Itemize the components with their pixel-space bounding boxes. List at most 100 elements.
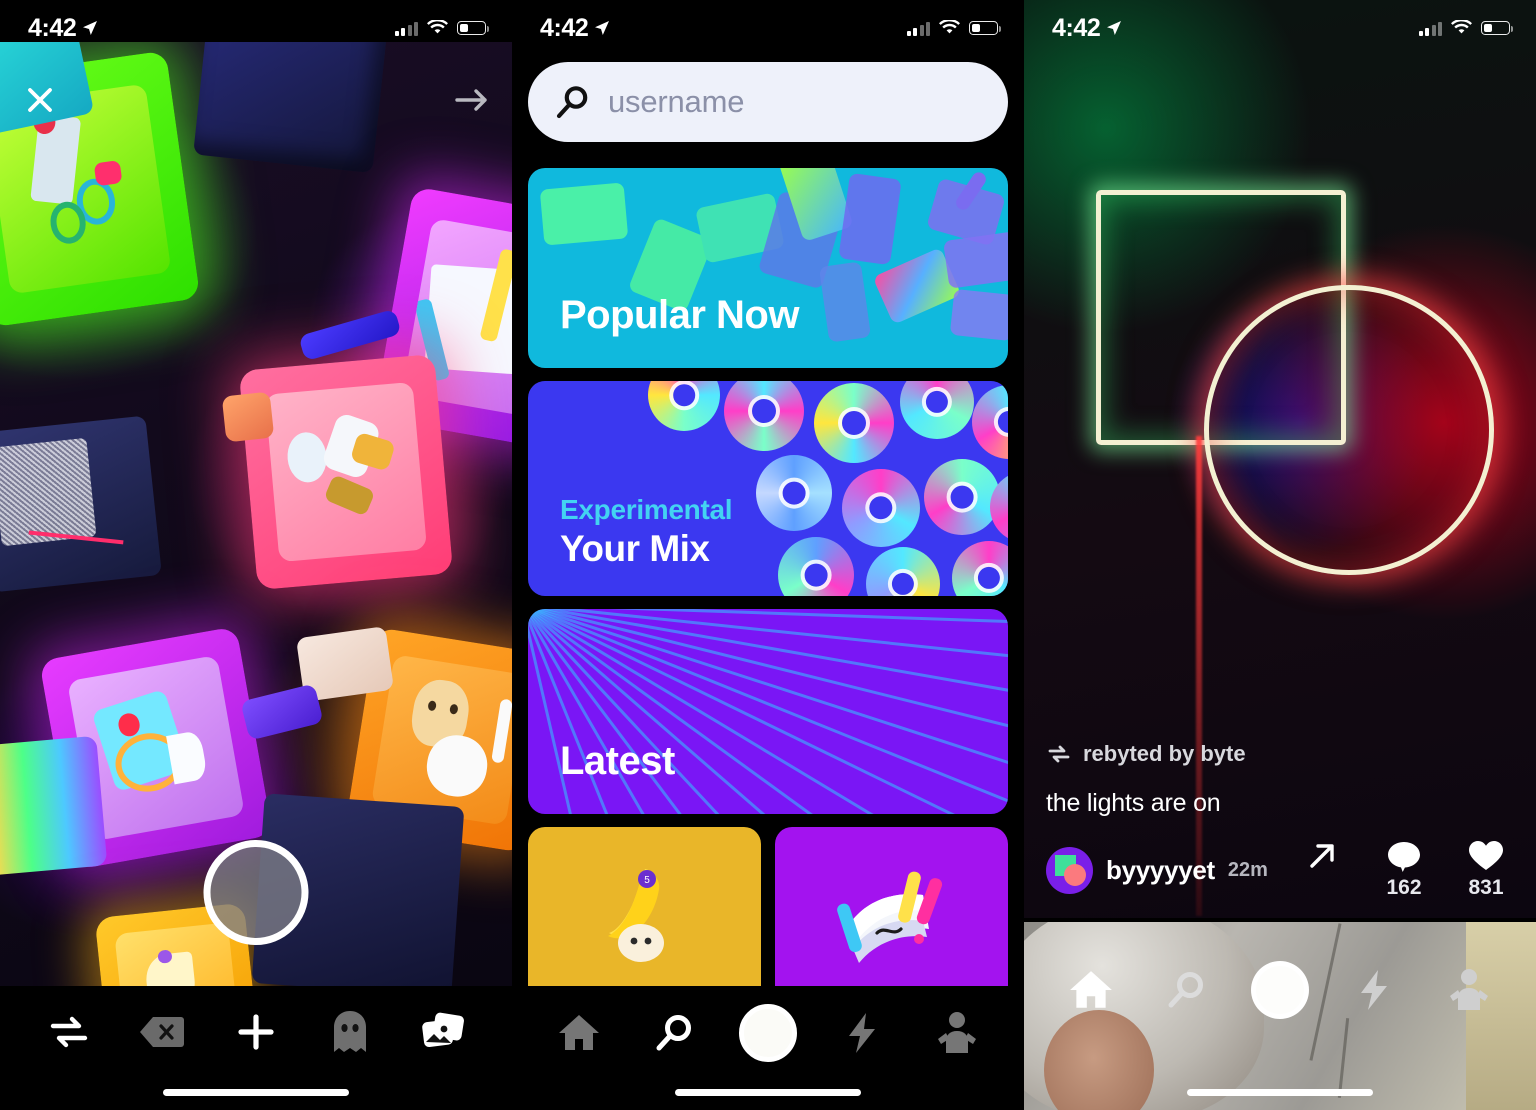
- nav-record[interactable]: [737, 1002, 799, 1064]
- lightning-bolt-icon: [1361, 970, 1388, 1010]
- home-icon: [559, 1015, 600, 1050]
- status-bar-left: 4:42: [1052, 14, 1122, 43]
- ghost-button[interactable]: [320, 1004, 380, 1060]
- photo-tile-pink: [238, 353, 454, 591]
- battery-icon: [1481, 21, 1514, 35]
- status-time: 4:42: [1052, 13, 1101, 42]
- card-title: Popular Now: [560, 293, 799, 337]
- card-art-cd: [972, 385, 1008, 459]
- status-bar: 4:42: [512, 0, 1024, 56]
- banana-peel-icon: 5: [607, 869, 664, 962]
- bottom-nav: [1024, 922, 1536, 1110]
- cellular-signal-icon: [394, 21, 418, 36]
- nav-activity[interactable]: [1343, 959, 1405, 1021]
- wifi-icon: [427, 20, 448, 34]
- share-button[interactable]: [1294, 840, 1350, 876]
- record-shutter-button[interactable]: [203, 840, 309, 945]
- card-subtitle: Experimental: [560, 494, 733, 525]
- search-magnifier-icon: [556, 86, 588, 119]
- home-indicator: [163, 1089, 349, 1096]
- record-shutter-icon: [738, 1004, 797, 1062]
- card-animation[interactable]: Animation: [775, 827, 1008, 986]
- card-art-banana: 5: [528, 845, 761, 985]
- author-username: byyyyyet: [1106, 854, 1215, 885]
- status-bar-left: 4:42: [28, 14, 98, 43]
- status-time: 4:42: [540, 13, 589, 42]
- nav-record[interactable]: [1249, 959, 1311, 1021]
- markers-sketchbook-icon: [836, 871, 942, 963]
- card-title: Your Mix: [560, 528, 710, 569]
- explore-search-screen: 4:42 username Popular Now Experimental Y…: [512, 0, 1024, 1110]
- nav-profile[interactable]: [1438, 959, 1500, 1021]
- nav-home[interactable]: [548, 1002, 610, 1064]
- share-arrow-icon: [1310, 844, 1334, 868]
- nav-explore[interactable]: [1155, 959, 1217, 1021]
- card-art-cd: [724, 381, 804, 451]
- home-icon: [1070, 971, 1113, 1008]
- search-magnifier-icon: [656, 1015, 691, 1051]
- gallery-button[interactable]: [413, 1004, 473, 1060]
- card-comedy[interactable]: 5 Comedy: [528, 827, 761, 986]
- nav-profile[interactable]: [926, 1002, 988, 1064]
- delete-button[interactable]: [132, 1004, 192, 1060]
- comment-button[interactable]: 162: [1376, 840, 1432, 900]
- card-art-markers: [775, 845, 1008, 985]
- status-bar: 4:42: [0, 0, 512, 56]
- location-arrow-icon: [1107, 21, 1122, 35]
- svg-text:5: 5: [644, 875, 650, 886]
- card-title: Latest: [560, 739, 675, 783]
- card-art-chip: [838, 172, 902, 266]
- person-icon: [1449, 969, 1488, 1010]
- cellular-signal-icon: [906, 21, 930, 36]
- photo-library-icon: [422, 1012, 465, 1048]
- card-your-mix[interactable]: Experimental Your Mix: [528, 381, 1008, 596]
- nav-home[interactable]: [1060, 959, 1122, 1021]
- battery-icon: [457, 21, 490, 35]
- like-button[interactable]: 831: [1458, 840, 1514, 900]
- avatar-circle-shape: [1064, 863, 1086, 886]
- status-time: 4:42: [28, 13, 77, 42]
- post-author[interactable]: byyyyyet 22m: [1046, 846, 1268, 894]
- photo-cube-static: [0, 415, 162, 593]
- photo-chip-rainbow: [0, 735, 108, 879]
- photo-cube-navy-top: [193, 42, 387, 174]
- add-button[interactable]: [226, 1004, 286, 1060]
- arrow-right-icon: [455, 89, 487, 111]
- rebyte-loop-icon: [1048, 745, 1070, 763]
- wifi-icon: [939, 20, 960, 34]
- battery-icon: [969, 21, 1002, 35]
- wifi-icon: [1451, 20, 1472, 34]
- status-bar-right: [394, 20, 490, 36]
- comment-count: 162: [1386, 876, 1422, 899]
- like-count: 831: [1468, 876, 1504, 899]
- loop-button[interactable]: [39, 1004, 99, 1060]
- avatar: [1046, 846, 1093, 894]
- nav-activity[interactable]: [831, 1002, 893, 1064]
- photo-chip-violet: [240, 683, 324, 741]
- video-feed-screen: 4:42 rebyted by byte the lights are on b…: [1024, 0, 1536, 1110]
- rebyte-label: rebyted by byte: [1046, 741, 1514, 767]
- next-button[interactable]: [450, 80, 494, 120]
- card-row-small: 5 Comedy: [528, 827, 1008, 986]
- comment-bubble-icon: [1388, 842, 1420, 872]
- post-timestamp: 22m: [1227, 858, 1268, 881]
- lightning-bolt-icon: [849, 1013, 876, 1053]
- status-bar-left: 4:42: [540, 14, 610, 43]
- search-magnifier-icon: [1168, 972, 1203, 1008]
- search-input[interactable]: username: [528, 62, 1008, 142]
- search-placeholder: username: [608, 84, 745, 119]
- close-button[interactable]: [18, 78, 62, 122]
- search-bar-container: username: [528, 62, 1008, 142]
- location-arrow-icon: [83, 21, 98, 35]
- post-info-overlay: rebyted by byte the lights are on byyyyy…: [1024, 741, 1536, 918]
- post-caption: the lights are on: [1046, 789, 1221, 817]
- card-popular-now[interactable]: Popular Now: [528, 168, 1008, 368]
- close-x-icon: [28, 88, 52, 112]
- rebyte-text: rebyted by byte: [1083, 741, 1246, 766]
- loop-repeat-icon: [50, 1016, 87, 1048]
- three-phone-screenshot-composite: 4:42 4:42 username Popular Now Experimen…: [0, 0, 1536, 1110]
- person-icon: [937, 1012, 976, 1053]
- card-latest[interactable]: Latest: [528, 609, 1008, 814]
- status-bar-right: [906, 20, 1002, 36]
- nav-explore[interactable]: [643, 1002, 705, 1064]
